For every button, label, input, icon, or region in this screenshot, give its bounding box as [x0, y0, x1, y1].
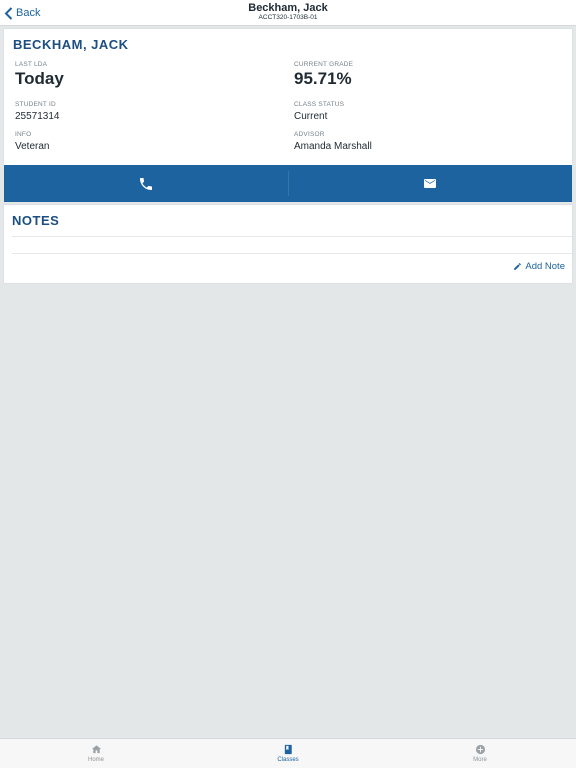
- call-button[interactable]: [4, 165, 288, 202]
- mail-icon: [424, 179, 437, 188]
- info-value: Veteran: [15, 141, 50, 152]
- tab-home[interactable]: Home: [0, 739, 192, 768]
- email-button[interactable]: [289, 165, 573, 202]
- student-id-label: STUDENT ID: [15, 101, 56, 108]
- class-status-field: CLASS STATUS Current: [294, 101, 344, 122]
- add-note-label: Add Note: [525, 261, 565, 272]
- pencil-icon: [514, 263, 522, 270]
- student-id-field: STUDENT ID 25571314: [15, 101, 60, 122]
- course-code: ACCT320-1703B-01: [258, 14, 318, 21]
- current-grade-label: CURRENT GRADE: [294, 61, 354, 68]
- phone-icon: [139, 177, 152, 190]
- home-icon: [91, 745, 101, 754]
- notes-title: NOTES: [12, 213, 60, 228]
- more-icon: [475, 744, 485, 755]
- notes-card: NOTES Add Note: [4, 205, 572, 283]
- info-field: INFO Veteran: [15, 131, 49, 152]
- advisor-value: Amanda Marshall: [294, 141, 372, 152]
- contact-action-bar: [4, 165, 572, 202]
- add-note-button[interactable]: Add Note: [513, 261, 565, 272]
- student-id-value: 25571314: [15, 111, 60, 122]
- notes-divider: [12, 253, 572, 254]
- tab-classes[interactable]: Classes: [192, 739, 384, 768]
- book-icon: [284, 744, 292, 755]
- student-name: BECKHAM, JACK: [13, 37, 129, 52]
- last-lda-value: Today: [15, 69, 64, 88]
- navigation-bar: Back Beckham, Jack ACCT320-1703B-01: [0, 0, 576, 26]
- tab-classes-label: Classes: [277, 757, 299, 763]
- last-lda-label: LAST LDA: [15, 61, 48, 68]
- notes-divider: [12, 236, 572, 237]
- tab-bar: Home Classes More: [0, 738, 576, 768]
- student-card: BECKHAM, JACK LAST LDA Today CURRENT GRA…: [4, 29, 572, 165]
- tab-more-label: More: [473, 757, 487, 763]
- current-grade-value: 95.71%: [294, 69, 352, 88]
- page-title: Beckham, Jack: [248, 2, 328, 14]
- class-status-label: CLASS STATUS: [294, 101, 345, 108]
- last-lda-field: LAST LDA Today: [15, 61, 64, 89]
- info-label: INFO: [15, 131, 32, 138]
- current-grade-field: CURRENT GRADE 95.71%: [294, 61, 353, 89]
- tab-more[interactable]: More: [384, 739, 576, 768]
- tab-home-label: Home: [87, 757, 104, 763]
- advisor-field: ADVISOR Amanda Marshall: [294, 131, 372, 152]
- class-status-value: Current: [294, 111, 328, 122]
- advisor-label: ADVISOR: [294, 131, 325, 138]
